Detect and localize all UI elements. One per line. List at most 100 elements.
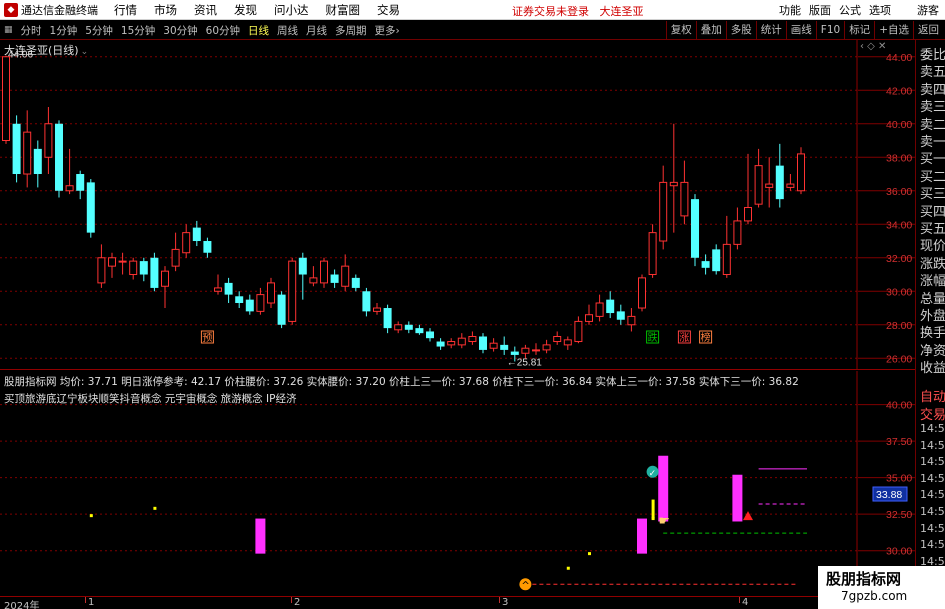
indicator-name[interactable]: 股朋指标网 xyxy=(4,376,60,388)
side-panel-label: 买五 xyxy=(920,222,945,237)
menu-item-news[interactable]: 资讯 xyxy=(194,2,217,18)
candle-body-up xyxy=(786,183,795,188)
y-tick-label: 42.00 xyxy=(886,85,912,97)
side-panel-label: 涨跌 xyxy=(920,256,945,272)
side-panel-label: 买三 xyxy=(920,187,945,203)
trade-login-notice[interactable]: 证券交易未登录 大连圣亚 xyxy=(512,3,644,19)
tab-60min[interactable]: 60分钟 xyxy=(206,23,240,38)
side-panel-label: 卖五 xyxy=(920,65,945,81)
candle-body-up xyxy=(457,337,466,346)
grid-icon[interactable]: ▦ xyxy=(4,25,13,35)
date-axis-label: 2 xyxy=(294,597,301,608)
candle-body-down xyxy=(150,257,159,288)
candle-body-down xyxy=(436,341,445,347)
stock-name: 大连圣亚 xyxy=(599,5,644,18)
chart-controls[interactable]: ‹ ◇ ✕ xyxy=(860,41,886,52)
cursor-hand-icon: ☛ xyxy=(658,514,670,529)
watermark: 股朋指标网 7gpzb.com xyxy=(818,566,945,609)
side-panel-label: 14:56 xyxy=(920,422,945,435)
notice-text: 证券交易未登录 xyxy=(512,5,589,18)
add-watchlist-button[interactable]: +自选 xyxy=(874,21,913,40)
candle-body-up xyxy=(341,265,350,287)
f10-button[interactable]: F10 xyxy=(815,21,844,40)
indicator-concepts: 买顶旅游底辽宁板块顺笑抖音概念 元宇宙概念 旅游概念 IP经济 xyxy=(4,393,297,405)
y-tick-label: 30.00 xyxy=(886,286,912,298)
guest-login[interactable]: 游客 xyxy=(917,2,939,18)
tab-1min[interactable]: 1分钟 xyxy=(50,23,78,38)
tab-30min[interactable]: 30分钟 xyxy=(163,23,197,38)
tab-15min[interactable]: 15分钟 xyxy=(121,23,155,38)
y-tick-label: 35.00 xyxy=(886,473,912,485)
menu-item-wealth[interactable]: 财富圈 xyxy=(326,2,361,18)
signal-dot xyxy=(588,552,591,556)
candle-body-down xyxy=(298,257,307,275)
menu-item-discover[interactable]: 发现 xyxy=(234,2,257,18)
candle-body-up xyxy=(765,183,774,188)
event-marker-text: 跌 xyxy=(648,331,658,344)
candle-body-down xyxy=(691,199,699,258)
app-title: 通达信金融终端 xyxy=(21,3,98,17)
candle-body-up xyxy=(129,260,138,276)
collapse-icon[interactable]: ⌄ xyxy=(81,47,89,57)
y-tick-label: 37.50 xyxy=(886,436,912,448)
side-panel-label: 14:56 xyxy=(920,538,945,552)
price-tag-label: 33.88 xyxy=(876,489,902,501)
y-tick-label: 44.00 xyxy=(886,52,912,64)
watermark-url: 7gpzb.com xyxy=(841,589,908,603)
candlestick-panel[interactable]: 44.00 42.00 40.00 38.00 36.00 34.00 32.00 30.00… xyxy=(0,40,915,370)
menu-function[interactable]: 功能 xyxy=(779,2,801,18)
candle-body-up xyxy=(542,344,551,351)
tab-multi-period[interactable]: 多周期 xyxy=(335,23,367,38)
tab-5min[interactable]: 5分钟 xyxy=(85,23,113,38)
indicator-value: 价柱上三一价: 37.68 xyxy=(388,376,493,388)
app-logo-icon: ◆ xyxy=(4,2,18,17)
menubar-right: 功能 版面 公式 选项 游客 xyxy=(771,0,945,20)
y-tick-label: 36.00 xyxy=(886,186,912,198)
tab-timeline[interactable]: 分时 xyxy=(21,23,42,38)
tab-daily[interactable]: 日线 xyxy=(248,23,269,38)
multi-stock-button[interactable]: 多股 xyxy=(725,21,756,40)
candle-body-up xyxy=(722,243,731,276)
candle-body-up xyxy=(2,56,10,142)
menu-item-ask[interactable]: 问小达 xyxy=(274,2,309,18)
candle-body-up xyxy=(489,342,498,349)
side-panel-label: 净资 xyxy=(920,343,945,359)
menu-options[interactable]: 选项 xyxy=(869,2,891,18)
indicator-values: 股朋指标网 均价: 37.71 明日涨停参考: 42.17 价柱腰价: 37.2… xyxy=(4,374,799,389)
tab-more[interactable]: 更多› xyxy=(375,23,400,38)
statistics-button[interactable]: 统计 xyxy=(755,21,786,40)
candlestick-chart[interactable]: 44.00 42.00 40.00 38.00 36.00 34.00 32.00 30.00… xyxy=(0,40,915,370)
candle-body-up xyxy=(108,257,116,267)
menu-item-trade[interactable]: 交易 xyxy=(377,2,400,18)
candle-body-up xyxy=(373,307,381,312)
back-button[interactable]: 返回 xyxy=(913,21,943,40)
y-tick-label: 30.00 xyxy=(886,546,912,558)
draw-line-button[interactable]: 画线 xyxy=(785,21,816,40)
side-panel-label: 外盘 xyxy=(920,309,945,324)
tab-monthly[interactable]: 月线 xyxy=(306,23,327,38)
candle-body-up xyxy=(553,335,562,343)
candle-body-up xyxy=(161,270,169,287)
signal-dot xyxy=(566,566,570,570)
side-panel-label: 14:56 xyxy=(920,471,945,485)
indicator-panel[interactable]: 40.00 37.50 35.00 32.50 30.00 ^ ✓ ☛ 33.88 股朋指标网 … xyxy=(0,371,915,596)
period-toolbar: ▦ 分时 1分钟 5分钟 15分钟 30分钟 60分钟 日线 周线 月线 多周期… xyxy=(0,21,945,40)
menu-formula[interactable]: 公式 xyxy=(839,2,861,18)
menu-item-market[interactable]: 市场 xyxy=(154,2,177,18)
restore-rights-button[interactable]: 复权 xyxy=(665,21,696,40)
menu-item-quotes[interactable]: 行情 xyxy=(114,2,137,18)
side-panel-label: 14:56 xyxy=(920,438,945,452)
y-tick-label: 28.00 xyxy=(886,320,912,332)
watermark-title: 股朋指标网 xyxy=(826,570,902,588)
indicator-value: 实体上三一价: 37.58 xyxy=(595,376,699,388)
overlay-button[interactable]: 叠加 xyxy=(695,21,726,40)
tab-weekly[interactable]: 周线 xyxy=(277,23,298,38)
candle-body-up xyxy=(574,320,583,343)
menu-layout[interactable]: 版面 xyxy=(809,2,831,18)
candle-body-up xyxy=(627,315,636,326)
candle-body-down xyxy=(510,351,519,355)
candle-body-down xyxy=(415,328,424,334)
mark-button[interactable]: 标记 xyxy=(844,21,874,40)
side-panel-label: 换手 xyxy=(920,326,945,342)
candle-body-down xyxy=(76,174,85,191)
